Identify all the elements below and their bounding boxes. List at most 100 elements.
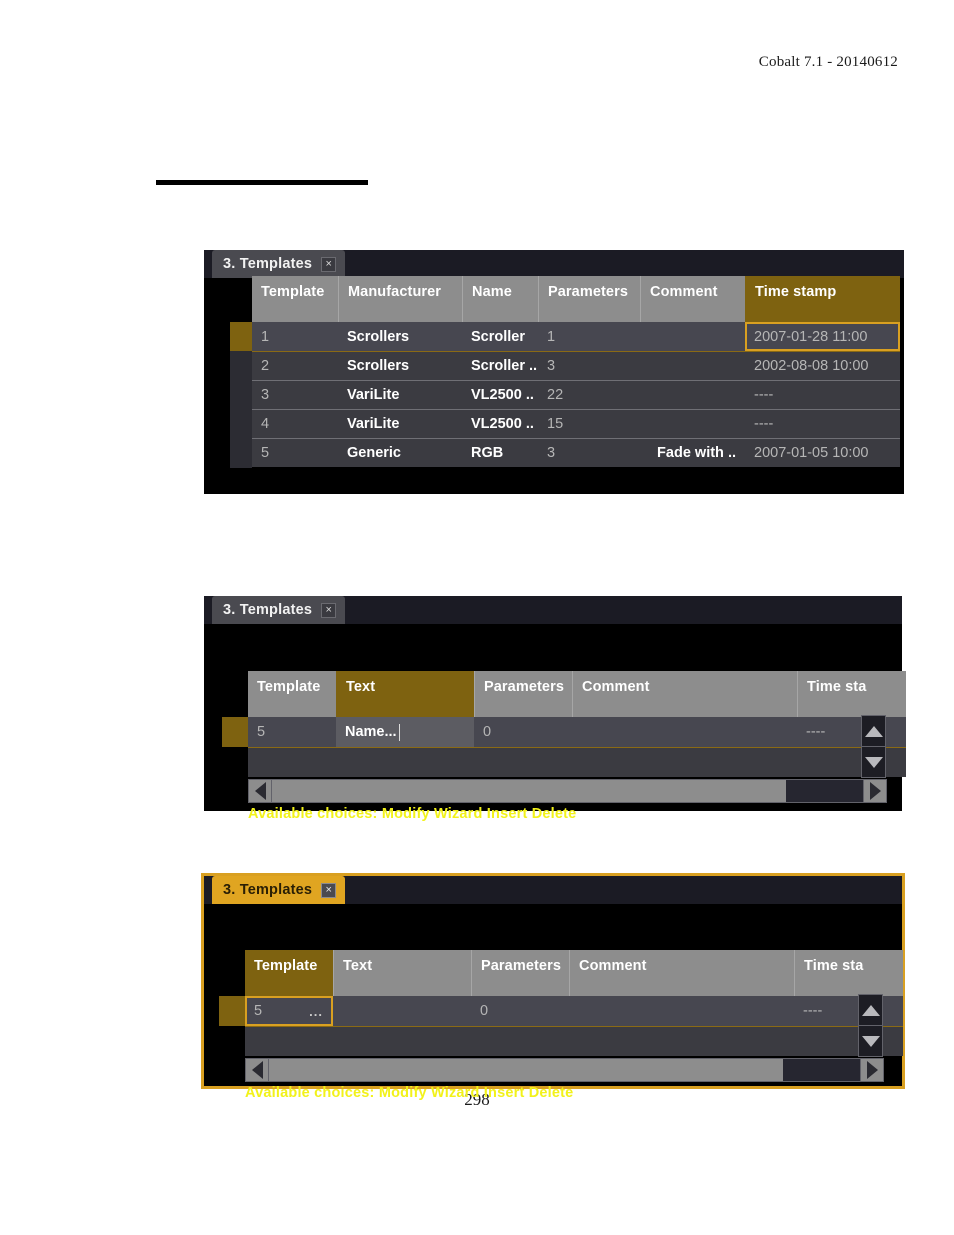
document-header: Cobalt 7.1 - 20140612 — [758, 54, 898, 70]
column-header-template[interactable]: Template — [248, 671, 336, 717]
table-header-row: Template Text Parameters Comment Time st… — [248, 671, 906, 717]
text-cursor — [398, 723, 400, 741]
cell-template[interactable]: 4 — [252, 410, 338, 438]
scroll-down-button[interactable] — [859, 1025, 882, 1056]
tab-templates[interactable]: 3. Templates × — [212, 876, 346, 904]
hscroll-track[interactable] — [269, 1058, 860, 1082]
hscroll-thumb[interactable] — [269, 1059, 784, 1081]
table-header-row: Template Text Parameters Comment Time st… — [245, 950, 903, 996]
table-row[interactable]: 5 Name... 0 ---- — [248, 717, 906, 747]
cell-time-stamp[interactable]: 2002-08-08 10:00 — [745, 352, 900, 380]
scroll-left-button[interactable] — [245, 1058, 269, 1082]
cell-text[interactable] — [333, 996, 471, 1026]
cell-parameters[interactable]: 3 — [538, 439, 640, 467]
hscroll-thumb[interactable] — [272, 780, 787, 802]
column-header-parameters[interactable]: Parameters — [471, 950, 569, 996]
scroll-up-button[interactable] — [859, 995, 882, 1025]
close-icon[interactable]: × — [321, 602, 337, 618]
vertical-scrollbar[interactable] — [858, 994, 883, 1057]
column-header-template[interactable]: Template — [245, 950, 333, 996]
cell-parameters[interactable]: 1 — [538, 322, 640, 351]
cell-template[interactable]: 3 — [252, 381, 338, 409]
column-header-time-stamp[interactable]: Time stamp — [745, 276, 900, 322]
scroll-left-button[interactable] — [248, 779, 272, 803]
scroll-right-button[interactable] — [863, 779, 887, 803]
table-row[interactable]: 3 VariLite VL2500 .. 22 ---- — [252, 380, 900, 409]
cell-template[interactable]: 5 — [252, 439, 338, 467]
cell-comment[interactable] — [640, 352, 745, 380]
cell-name[interactable]: Scroller — [462, 322, 538, 351]
table-row[interactable]: 5 ... 0 ---- — [245, 996, 903, 1026]
cell-comment[interactable] — [569, 996, 794, 1026]
templates-panel-edit-text: 3. Templates × Template Text Parameters … — [204, 596, 906, 822]
column-header-name[interactable]: Name — [462, 276, 538, 322]
cell-comment[interactable]: Fade with .. — [640, 439, 745, 467]
cell-parameters[interactable]: 0 — [471, 996, 569, 1026]
cell-comment[interactable] — [572, 717, 797, 747]
table-row[interactable]: 4 VariLite VL2500 .. 15 ---- — [252, 409, 900, 438]
horizontal-scrollbar[interactable] — [245, 1058, 884, 1082]
hscroll-track[interactable] — [272, 779, 863, 803]
cell-parameters[interactable]: 15 — [538, 410, 640, 438]
column-header-time-stamp[interactable]: Time sta — [794, 950, 903, 996]
scroll-down-button[interactable] — [862, 746, 885, 777]
row-selector-gutter-selected[interactable] — [222, 717, 248, 747]
cell-time-stamp[interactable]: ---- — [745, 410, 900, 438]
cell-manufacturer[interactable]: VariLite — [338, 410, 462, 438]
cell-manufacturer[interactable]: VariLite — [338, 381, 462, 409]
cell-name[interactable]: VL2500 .. — [462, 410, 538, 438]
cell-time-stamp[interactable]: 2007-01-05 10:00 — [745, 439, 900, 467]
row-selector-gutter-selected[interactable] — [219, 996, 245, 1026]
cell-template[interactable]: 5 ... — [245, 996, 333, 1026]
table-row[interactable]: 5 Generic RGB 3 Fade with .. 2007-01-05 … — [252, 438, 900, 467]
cell-template[interactable]: 2 — [252, 352, 338, 380]
row-selector-gutter[interactable] — [230, 351, 252, 468]
horizontal-scrollbar[interactable] — [248, 779, 887, 803]
cell-time-stamp[interactable]: 2007-01-28 11:00 — [745, 322, 900, 351]
table-empty-row[interactable] — [248, 747, 906, 777]
column-header-text[interactable]: Text — [333, 950, 471, 996]
cell-time-stamp[interactable]: ---- — [794, 996, 903, 1026]
cell-template[interactable]: 5 — [248, 717, 336, 747]
scroll-right-button[interactable] — [860, 1058, 884, 1082]
templates-panel-browse: 3. Templates × Template Manufacturer Nam… — [204, 250, 904, 494]
cell-comment[interactable] — [640, 322, 745, 351]
table-header-row: Template Manufacturer Name Parameters Co… — [252, 276, 900, 322]
table-empty-row[interactable] — [245, 1026, 903, 1056]
row-selector-gutter-selected[interactable] — [230, 322, 252, 351]
cell-parameters[interactable]: 3 — [538, 352, 640, 380]
column-header-template[interactable]: Template — [252, 276, 338, 322]
column-header-comment[interactable]: Comment — [572, 671, 797, 717]
column-header-time-stamp[interactable]: Time sta — [797, 671, 906, 717]
cell-parameters[interactable]: 0 — [474, 717, 572, 747]
cell-manufacturer[interactable]: Generic — [338, 439, 462, 467]
tab-templates[interactable]: 3. Templates × — [212, 250, 346, 278]
cell-name[interactable]: VL2500 .. — [462, 381, 538, 409]
vertical-scrollbar[interactable] — [861, 715, 886, 778]
cell-manufacturer[interactable]: Scrollers — [338, 322, 462, 351]
status-available-choices: Available choices: Modify Wizard Insert … — [248, 806, 577, 822]
cell-comment[interactable] — [640, 381, 745, 409]
scroll-up-button[interactable] — [862, 716, 885, 746]
cell-comment[interactable] — [640, 410, 745, 438]
cell-time-stamp[interactable]: ---- — [745, 381, 900, 409]
cell-name[interactable]: Scroller .. — [462, 352, 538, 380]
cell-parameters[interactable]: 22 — [538, 381, 640, 409]
close-icon[interactable]: × — [321, 256, 337, 272]
column-header-comment[interactable]: Comment — [640, 276, 745, 322]
cell-time-stamp[interactable]: ---- — [797, 717, 906, 747]
tab-templates[interactable]: 3. Templates × — [212, 596, 346, 624]
column-header-text[interactable]: Text — [336, 671, 474, 717]
column-header-parameters[interactable]: Parameters — [538, 276, 640, 322]
table-row[interactable]: 2 Scrollers Scroller .. 3 2002-08-08 10:… — [252, 351, 900, 380]
column-header-comment[interactable]: Comment — [569, 950, 794, 996]
cell-name[interactable]: RGB — [462, 439, 538, 467]
column-header-manufacturer[interactable]: Manufacturer — [338, 276, 462, 322]
table-row[interactable]: 1 Scrollers Scroller 1 2007-01-28 11:00 — [252, 322, 900, 351]
cell-template[interactable]: 1 — [252, 322, 338, 351]
cell-manufacturer[interactable]: Scrollers — [338, 352, 462, 380]
column-header-parameters[interactable]: Parameters — [474, 671, 572, 717]
triangle-left-icon — [254, 782, 266, 800]
text-input-cell[interactable]: Name... — [336, 717, 474, 747]
close-icon[interactable]: × — [321, 882, 337, 898]
